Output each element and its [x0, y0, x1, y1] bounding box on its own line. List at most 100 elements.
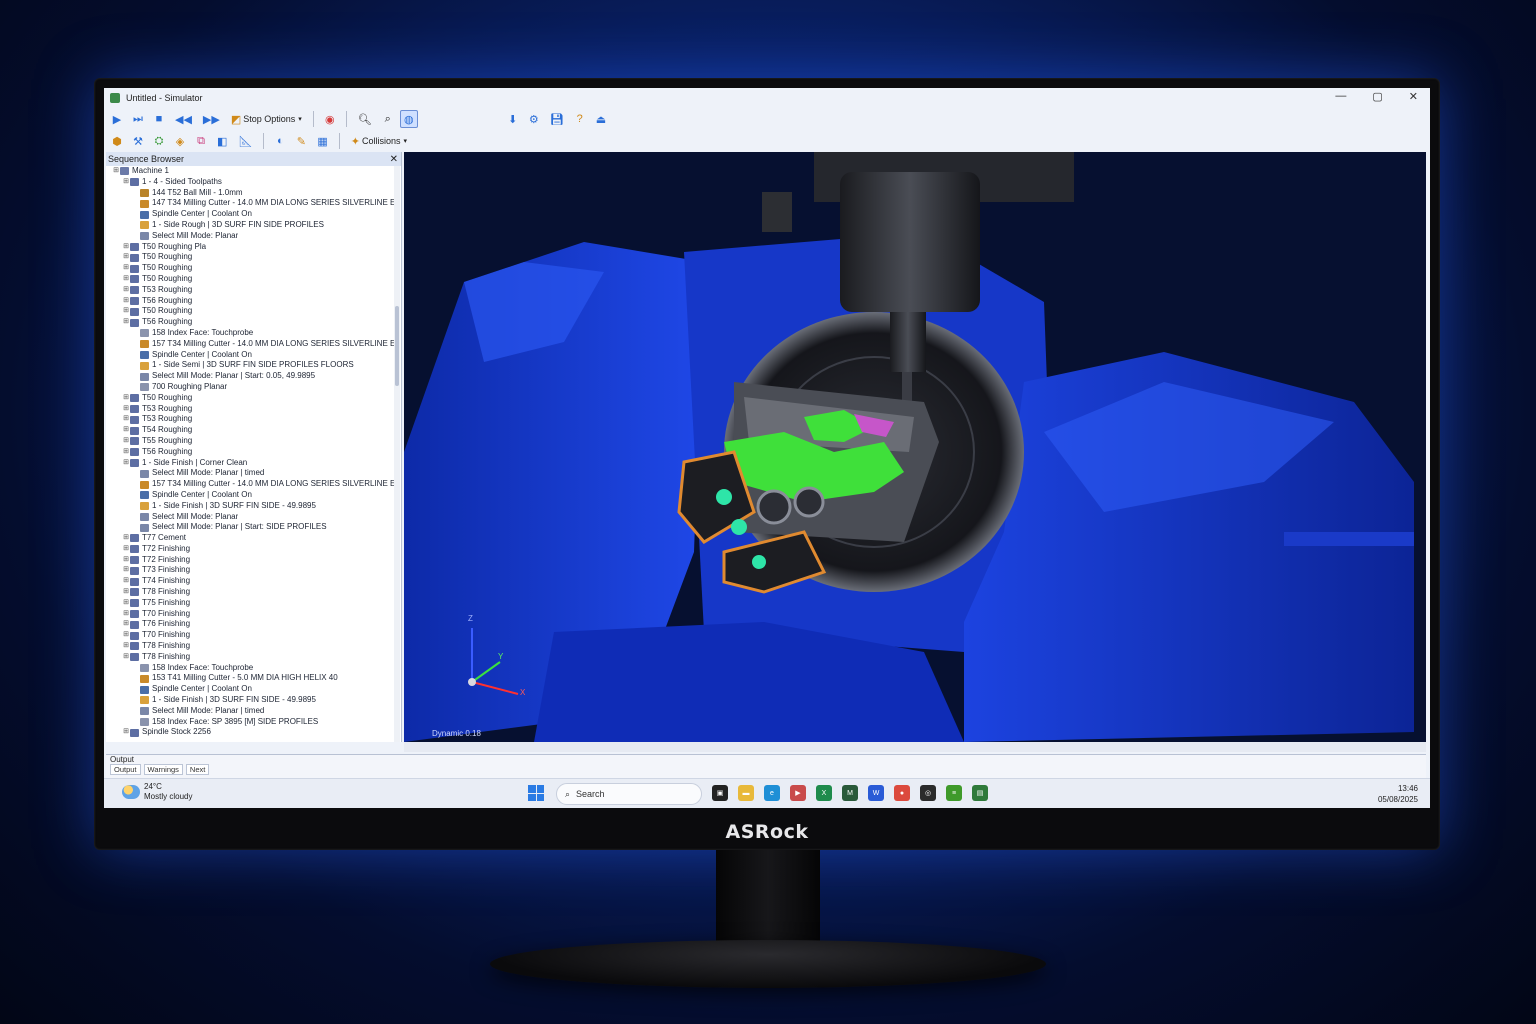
expand-icon[interactable]: ⊞ — [122, 727, 130, 738]
expand-icon[interactable]: ⊞ — [122, 609, 130, 620]
sequence-item[interactable]: 144 T52 Ball Mill - 1.0mm — [106, 188, 401, 199]
sequence-item[interactable]: ⊞ T50 Roughing — [106, 263, 401, 274]
close-button[interactable]: ✕ — [1409, 90, 1418, 103]
sequence-item[interactable]: Spindle Center | Coolant On — [106, 350, 401, 361]
sequence-item[interactable]: 700 Roughing Planar — [106, 382, 401, 393]
tab-output[interactable]: Output — [110, 764, 141, 775]
sequence-item[interactable]: 158 Index Face: Touchprobe — [106, 663, 401, 674]
sequence-item[interactable]: ⊞ T70 Finishing — [106, 609, 401, 620]
sequence-item[interactable]: 1 - Side Rough | 3D SURF FIN SIDE PROFIL… — [106, 220, 401, 231]
sequence-item[interactable]: Spindle Center | Coolant On — [106, 490, 401, 501]
sequence-item[interactable]: ⊞ T50 Roughing — [106, 274, 401, 285]
sequence-item[interactable]: ⊞ T78 Finishing — [106, 652, 401, 663]
grid-icon[interactable]: ▦ — [313, 132, 331, 150]
record-icon[interactable]: ◉ — [321, 110, 339, 128]
tab-warnings[interactable]: Warnings — [143, 764, 183, 775]
stop-options-button[interactable]: ◩ Stop Options ▾ — [227, 110, 306, 128]
zoom-icon[interactable]: 🔍︎ — [354, 110, 376, 128]
rewind-icon[interactable]: ◀◀ — [171, 110, 196, 128]
app-green-icon[interactable]: ≡ — [946, 785, 962, 801]
sequence-item[interactable]: 1 - Side Semi | 3D SURF FIN SIDE PROFILE… — [106, 360, 401, 371]
sequence-item[interactable]: ⊞ T50 Roughing Pla — [106, 242, 401, 253]
sequence-item[interactable]: ⊞ T53 Roughing — [106, 414, 401, 425]
sequence-item[interactable]: Select Mill Mode: Planar | Start: SIDE P… — [106, 522, 401, 533]
simulation-viewport[interactable]: Z Y X Dynamic 0.18 — [404, 152, 1426, 742]
sequence-item[interactable]: ⊞ T56 Roughing — [106, 296, 401, 307]
sequence-item[interactable]: ⊞ 1 - Side Finish | Corner Clean — [106, 458, 401, 469]
expand-icon[interactable]: ⊞ — [122, 404, 130, 415]
sequence-item[interactable]: Select Mill Mode: Planar | timed — [106, 706, 401, 717]
save-icon[interactable]: 💾︎ — [546, 110, 568, 128]
sequence-item[interactable]: ⊞ T72 Finishing — [106, 555, 401, 566]
play-icon[interactable]: ▶ — [108, 110, 126, 128]
expand-icon[interactable]: ⊞ — [122, 458, 130, 469]
expand-icon[interactable]: ⊞ — [122, 436, 130, 447]
expand-icon[interactable]: ⊞ — [122, 630, 130, 641]
sequence-item[interactable]: ⊞ 1 - 4 - Sided Toolpaths — [106, 177, 401, 188]
sequence-item[interactable]: 158 Index Face: SP 3895 [M] SIDE PROFILE… — [106, 717, 401, 728]
expand-icon[interactable]: ⊞ — [112, 166, 120, 177]
expand-icon[interactable]: ⊞ — [122, 177, 130, 188]
expand-icon[interactable]: ⊞ — [122, 576, 130, 587]
system-clock[interactable]: 13:46 05/08/2025 — [1378, 783, 1418, 805]
sequence-item[interactable]: Select Mill Mode: Planar — [106, 512, 401, 523]
expand-icon[interactable]: ⊞ — [122, 652, 130, 663]
expand-icon[interactable]: ⊞ — [122, 252, 130, 263]
edge-icon[interactable]: e — [764, 785, 780, 801]
toolpath-icon[interactable]: ✎ — [292, 132, 310, 150]
sequence-item[interactable]: ⊞ T56 Roughing — [106, 317, 401, 328]
step-forward-icon[interactable]: ⏭ — [129, 110, 147, 128]
taskbar-search[interactable]: ⌕ Search — [556, 783, 702, 805]
file-explorer-icon[interactable]: ▬ — [738, 785, 754, 801]
expand-icon[interactable]: ⊞ — [122, 285, 130, 296]
expand-icon[interactable]: ⊞ — [122, 447, 130, 458]
shading-icon[interactable]: ◐ — [271, 132, 289, 150]
sequence-item[interactable]: ⊞ T53 Roughing — [106, 404, 401, 415]
fast-forward-icon[interactable]: ▶▶ — [199, 110, 224, 128]
section-icon[interactable]: ◧ — [213, 132, 231, 150]
app-monitor-icon[interactable]: ▤ — [972, 785, 988, 801]
sequence-item[interactable]: Select Mill Mode: Planar — [106, 231, 401, 242]
help-icon[interactable]: ? — [571, 110, 589, 128]
sequence-item[interactable]: ⊞ T76 Finishing — [106, 619, 401, 630]
expand-icon[interactable]: ⊞ — [122, 587, 130, 598]
sequence-item[interactable]: ⊞ T70 Finishing — [106, 630, 401, 641]
sequence-item[interactable]: ⊞ T78 Finishing — [106, 587, 401, 598]
sequence-item[interactable]: 157 T34 Milling Cutter - 14.0 MM DIA LON… — [106, 339, 401, 350]
fixture-icon[interactable]: ⛭ — [150, 132, 168, 150]
expand-icon[interactable]: ⊞ — [122, 296, 130, 307]
excel-icon[interactable]: X — [816, 785, 832, 801]
expand-icon[interactable]: ⊞ — [122, 414, 130, 425]
tab-next[interactable]: Next — [185, 764, 210, 775]
viewport-hscrollbar[interactable] — [404, 742, 1426, 752]
sequence-item[interactable]: Spindle Center | Coolant On — [106, 684, 401, 695]
expand-icon[interactable]: ⊞ — [122, 619, 130, 630]
app-dark-icon[interactable]: ◎ — [920, 785, 936, 801]
expand-icon[interactable]: ⊞ — [122, 242, 130, 253]
sequence-item[interactable]: ⊞ T78 Finishing — [106, 641, 401, 652]
expand-icon[interactable]: ⊞ — [122, 425, 130, 436]
settings-icon[interactable]: ⚙ — [525, 110, 543, 128]
expand-icon[interactable]: ⊞ — [122, 393, 130, 404]
sequence-item[interactable]: ⊞ T53 Roughing — [106, 285, 401, 296]
sequence-item[interactable]: ⊞ T77 Cement — [106, 533, 401, 544]
close-icon[interactable]: ✕ — [390, 154, 401, 165]
chrome-icon[interactable]: ● — [894, 785, 910, 801]
expand-icon[interactable]: ⊞ — [122, 317, 130, 328]
collisions-button[interactable]: ✦ Collisions ▾ — [347, 132, 411, 150]
measure-icon[interactable]: 📐︎ — [234, 132, 256, 150]
word-icon[interactable]: W — [868, 785, 884, 801]
expand-icon[interactable]: ⊞ — [122, 565, 130, 576]
sequence-item[interactable]: Select Mill Mode: Planar | Start: 0.05, … — [106, 371, 401, 382]
expand-icon[interactable]: ⊞ — [122, 306, 130, 317]
sequence-item[interactable]: ⊞ T72 Finishing — [106, 544, 401, 555]
sequence-item[interactable]: 157 T34 Milling Cutter - 14.0 MM DIA LON… — [106, 479, 401, 490]
zoom-fit-icon[interactable]: ⌕ — [379, 110, 397, 128]
start-button[interactable] — [528, 785, 544, 801]
sequence-item[interactable]: 1 - Side Finish | 3D SURF FIN SIDE - 49.… — [106, 695, 401, 706]
minimize-button[interactable]: — — [1335, 90, 1346, 103]
app-mv-icon[interactable]: M — [842, 785, 858, 801]
sequence-item[interactable]: ⊞ T74 Finishing — [106, 576, 401, 587]
sequence-item[interactable]: ⊞ Machine 1 — [106, 166, 401, 177]
expand-icon[interactable]: ⊞ — [122, 544, 130, 555]
